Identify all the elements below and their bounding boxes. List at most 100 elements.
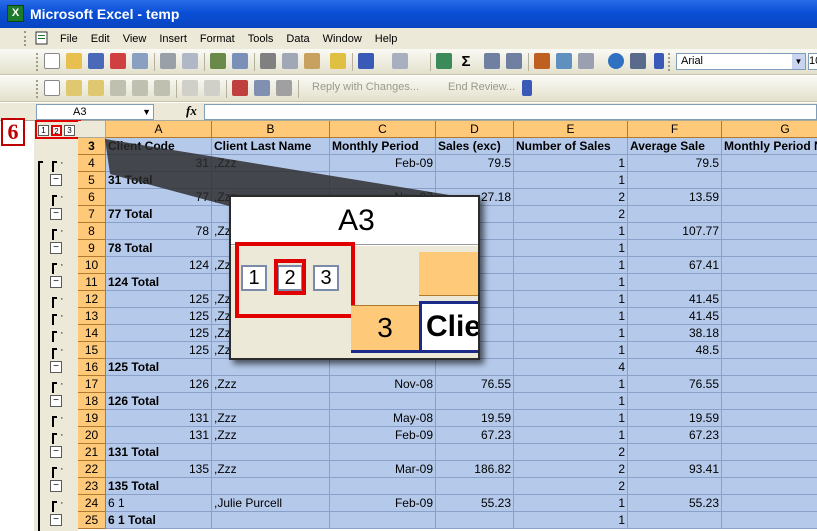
cell[interactable]: 3 (722, 223, 817, 240)
row-header[interactable]: 25 (78, 512, 106, 529)
cell[interactable] (722, 206, 817, 223)
cell[interactable]: 125 (106, 325, 212, 342)
new-icon[interactable] (44, 53, 60, 69)
toolbar-options-icon[interactable] (630, 53, 646, 69)
cell[interactable]: 2 (514, 206, 628, 223)
menu-format[interactable]: Format (200, 33, 235, 45)
delete-comment-icon[interactable] (154, 80, 170, 96)
cell[interactable] (628, 512, 722, 529)
cell[interactable]: 135 (106, 461, 212, 478)
collapse-group-icon[interactable]: − (50, 395, 62, 407)
cell[interactable]: 1 (514, 342, 628, 359)
cell[interactable]: 1 (514, 308, 628, 325)
row-header[interactable]: 11 (78, 274, 106, 291)
cell[interactable]: Number of Sales (514, 138, 628, 155)
collapse-group-icon[interactable]: − (50, 276, 62, 288)
cell[interactable]: Nov-08 (330, 376, 436, 393)
sort-ascending-icon[interactable] (484, 53, 500, 69)
name-box[interactable]: A3 ▼ (36, 104, 154, 120)
print-icon[interactable] (160, 53, 176, 69)
row-header[interactable]: 10 (78, 257, 106, 274)
cell[interactable]: Client Code (106, 138, 212, 155)
cell[interactable]: 77 (106, 189, 212, 206)
cell[interactable] (212, 359, 330, 376)
row-header[interactable]: 16 (78, 359, 106, 376)
protect-icon[interactable] (232, 80, 248, 96)
next-comment-icon[interactable] (88, 80, 104, 96)
row-header[interactable]: 21 (78, 444, 106, 461)
sort-descending-icon[interactable] (506, 53, 522, 69)
menu-help[interactable]: Help (375, 33, 398, 45)
font-size-select[interactable]: 10 (808, 53, 817, 70)
cell[interactable]: Average Sale (628, 138, 722, 155)
cell[interactable]: 79.5 (436, 155, 514, 172)
cell[interactable] (628, 240, 722, 257)
help-icon[interactable] (608, 53, 624, 69)
cell[interactable]: 1 (514, 325, 628, 342)
cell[interactable]: 67.23 (436, 427, 514, 444)
cell[interactable]: ,Zzz (212, 410, 330, 427)
cell[interactable]: 1 (514, 223, 628, 240)
formula-input[interactable] (204, 104, 817, 120)
end-review-button[interactable]: End Review... (448, 81, 515, 93)
cell[interactable]: 124 (106, 257, 212, 274)
cell[interactable]: 1 (514, 291, 628, 308)
row-header[interactable]: 17 (78, 376, 106, 393)
cell[interactable] (722, 512, 817, 529)
column-header[interactable]: C (330, 121, 436, 138)
cell[interactable]: 67.23 (628, 427, 722, 444)
collapse-group-icon[interactable]: − (50, 446, 62, 458)
cell[interactable]: ,Zzz (212, 376, 330, 393)
cell[interactable]: 125 (106, 308, 212, 325)
cell[interactable] (330, 393, 436, 410)
column-header[interactable]: D (436, 121, 514, 138)
menu-view[interactable]: View (123, 33, 147, 45)
accept-icon[interactable] (204, 80, 220, 96)
cell[interactable]: 93.41 (628, 461, 722, 478)
cell[interactable] (722, 444, 817, 461)
column-header[interactable]: B (212, 121, 330, 138)
cell[interactable]: Feb-09 (330, 427, 436, 444)
cell[interactable]: ,Julie Purcell (212, 495, 330, 512)
cell[interactable]: 17 (722, 427, 817, 444)
cell[interactable]: 1 (722, 257, 817, 274)
menu-insert[interactable]: Insert (159, 33, 187, 45)
cell[interactable]: 1 (514, 376, 628, 393)
track-changes-icon[interactable] (182, 80, 198, 96)
cell[interactable] (436, 478, 514, 495)
column-header[interactable]: E (514, 121, 628, 138)
cell[interactable]: 186.82 (436, 461, 514, 478)
cell[interactable] (436, 512, 514, 529)
cell[interactable] (628, 172, 722, 189)
row-header[interactable]: 23 (78, 478, 106, 495)
row-header[interactable]: 8 (78, 223, 106, 240)
cell[interactable]: 67.41 (628, 257, 722, 274)
cell[interactable]: Feb-09 (330, 155, 436, 172)
cell[interactable]: 10 (722, 308, 817, 325)
insert-function-icon[interactable]: fx (186, 103, 197, 119)
cell[interactable]: 8 (722, 291, 817, 308)
cell[interactable]: 1 (514, 512, 628, 529)
cell[interactable]: 8 (722, 410, 817, 427)
autosum-icon[interactable]: Σ (458, 53, 474, 70)
cell[interactable]: 1 (514, 257, 628, 274)
cell[interactable]: 76.55 (436, 376, 514, 393)
cell[interactable]: Mar-09 (330, 461, 436, 478)
cell[interactable]: 135 Total (106, 478, 212, 495)
cell[interactable] (330, 478, 436, 495)
cell[interactable]: 2 (722, 189, 817, 206)
row-header[interactable]: 5 (78, 172, 106, 189)
cell[interactable] (436, 172, 514, 189)
cell[interactable]: 6 1 Total (106, 512, 212, 529)
toolbar-overflow-icon[interactable] (522, 80, 532, 96)
save-icon[interactable] (88, 53, 104, 69)
cell[interactable]: 79.5 (628, 155, 722, 172)
collapse-group-icon[interactable]: − (50, 174, 62, 186)
chevron-down-icon[interactable]: ▼ (792, 54, 805, 69)
cell[interactable]: 31 (106, 155, 212, 172)
collapse-group-icon[interactable]: − (50, 514, 62, 526)
cell[interactable]: 55.23 (436, 495, 514, 512)
cell[interactable] (212, 393, 330, 410)
cell[interactable]: Feb-09 (330, 495, 436, 512)
cell[interactable]: 2 (514, 461, 628, 478)
